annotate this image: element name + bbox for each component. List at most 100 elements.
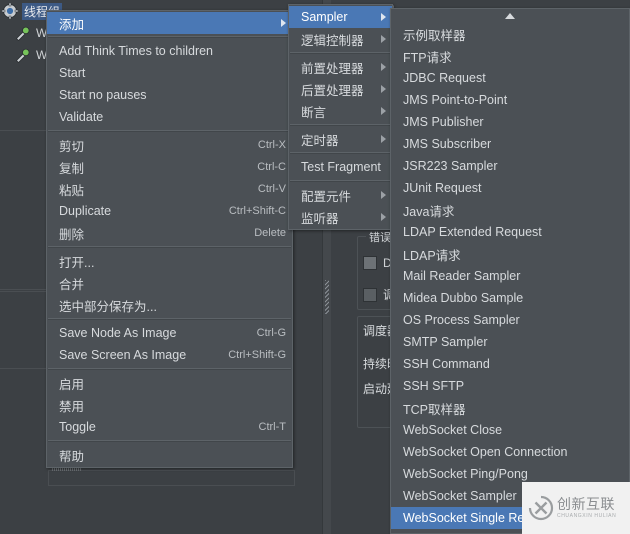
submenu-arrow-icon bbox=[381, 213, 386, 221]
menu-item-19[interactable]: WebSocket Open Connection bbox=[391, 441, 629, 463]
menu-item-label: SSH SFTP bbox=[403, 379, 465, 393]
menu-item-15[interactable]: SSH Command bbox=[391, 353, 629, 375]
menu-item-label: Sampler bbox=[301, 10, 348, 24]
tree-panel-footer-dots bbox=[52, 468, 82, 471]
menu-item-label: 配置元件 bbox=[301, 189, 352, 204]
menu-item-0[interactable]: 添加 bbox=[47, 12, 292, 34]
submenu-arrow-icon bbox=[381, 107, 386, 115]
menu-item-2[interactable]: JDBC Request bbox=[391, 67, 629, 89]
menu-separator bbox=[290, 124, 391, 126]
menu-item-label: 断言 bbox=[301, 105, 327, 120]
menu-item-label: Save Node As Image bbox=[59, 326, 177, 340]
menu-item-3[interactable]: 前置处理器 bbox=[289, 56, 392, 78]
menu-item-7[interactable]: JUnit Request bbox=[391, 177, 629, 199]
menu-item-8[interactable]: Java请求 bbox=[391, 199, 629, 221]
menu-separator bbox=[48, 440, 291, 442]
menu-item-shortcut: Ctrl-T bbox=[258, 421, 287, 433]
menu-item-11[interactable]: Mail Reader Sampler bbox=[391, 265, 629, 287]
menu-item-7[interactable]: 剪切 Ctrl-X bbox=[47, 134, 292, 156]
submenu-arrow-icon bbox=[381, 191, 386, 199]
menu-item-label: Test Fragment bbox=[301, 160, 381, 174]
menu-item-12[interactable]: Midea Dubbo Sample bbox=[391, 287, 629, 309]
menu-item-13[interactable]: 打开... bbox=[47, 250, 292, 272]
menu-item-17[interactable]: TCP取样器 bbox=[391, 397, 629, 419]
submenu-arrow-icon bbox=[281, 19, 286, 27]
menu-item-label: JMS Point-to-Point bbox=[403, 93, 508, 107]
checkbox-icon[interactable] bbox=[363, 256, 377, 270]
menu-item-10[interactable]: Duplicate Ctrl+Shift-C bbox=[47, 200, 292, 222]
menu-item-label: 逻辑控制器 bbox=[301, 33, 364, 48]
menu-item-label: Midea Dubbo Sample bbox=[403, 291, 524, 305]
menu-item-shortcut: Ctrl-G bbox=[256, 327, 286, 339]
menu-item-label: Start no pauses bbox=[59, 88, 147, 102]
menu-item-9[interactable]: 粘贴 Ctrl-V bbox=[47, 178, 292, 200]
menu-item-label: WebSocket Close bbox=[403, 423, 503, 437]
menu-item-1[interactable]: FTP请求 bbox=[391, 45, 629, 67]
menu-item-16[interactable]: SSH SFTP bbox=[391, 375, 629, 397]
menu-item-label: 示例取样器 bbox=[403, 28, 466, 43]
menu-item-label: 复制 bbox=[59, 161, 85, 176]
menu-item-4[interactable]: 后置处理器 bbox=[289, 78, 392, 100]
sampler-submenu[interactable]: 示例取样器 FTP请求 JDBC Request JMS Point-to-Point… bbox=[390, 8, 630, 534]
menu-item-22[interactable]: Toggle Ctrl-T bbox=[47, 416, 292, 438]
menu-item-14[interactable]: SMTP Sampler bbox=[391, 331, 629, 353]
pipette-icon bbox=[14, 47, 30, 63]
watermark-text: 创新互联 CHUANGXIN HULIAN bbox=[557, 497, 616, 519]
menu-item-label: 添加 bbox=[59, 17, 85, 32]
menu-item-0[interactable]: 示例取样器 bbox=[391, 23, 629, 45]
menu-item-9[interactable]: LDAP Extended Request bbox=[391, 221, 629, 243]
menu-item-24[interactable]: 帮助 bbox=[47, 444, 292, 466]
menu-item-label: Start bbox=[59, 66, 86, 80]
menu-item-label: 粘贴 bbox=[59, 183, 85, 198]
menu-item-18[interactable]: WebSocket Close bbox=[391, 419, 629, 441]
menu-item-17[interactable]: Save Node As Image Ctrl-G bbox=[47, 322, 292, 344]
menu-item-0[interactable]: Sampler bbox=[289, 6, 392, 28]
node-context-menu[interactable]: 添加 Add Think Times to children Start Start … bbox=[46, 10, 293, 468]
menu-item-11[interactable]: 删除 Delete bbox=[47, 222, 292, 244]
menu-item-label: JDBC Request bbox=[403, 71, 486, 85]
submenu-arrow-icon bbox=[381, 85, 386, 93]
menu-item-18[interactable]: Save Screen As Image Ctrl+Shift-G bbox=[47, 344, 292, 366]
menu-item-5[interactable]: 断言 bbox=[289, 100, 392, 122]
menu-item-label: LDAP请求 bbox=[403, 248, 461, 263]
menu-item-8[interactable]: 复制 Ctrl-C bbox=[47, 156, 292, 178]
menu-item-15[interactable]: 选中部分保存为... bbox=[47, 294, 292, 316]
menu-item-1[interactable]: 逻辑控制器 bbox=[289, 28, 392, 50]
add-submenu[interactable]: Sampler 逻辑控制器前置处理器 后置处理器断言定时器 Test Fragment… bbox=[288, 4, 396, 230]
menu-item-label: JSR223 Sampler bbox=[403, 159, 498, 173]
menu-item-7[interactable]: 定时器 bbox=[289, 128, 392, 150]
menu-item-shortcut: Ctrl-X bbox=[257, 139, 286, 151]
sampler-list[interactable]: 示例取样器 FTP请求 JDBC Request JMS Point-to-Point… bbox=[391, 23, 629, 529]
menu-item-9[interactable]: Test Fragment bbox=[289, 156, 396, 178]
scroll-up-arrow-icon[interactable] bbox=[391, 10, 629, 23]
menu-item-2[interactable]: Add Think Times to children bbox=[47, 40, 292, 62]
menu-item-14[interactable]: 合并 bbox=[47, 272, 292, 294]
menu-item-label: JMS Subscriber bbox=[403, 137, 492, 151]
menu-item-12[interactable]: 监听器 bbox=[289, 206, 392, 228]
menu-separator bbox=[48, 130, 291, 132]
menu-item-label: Add Think Times to children bbox=[59, 44, 214, 58]
menu-item-shortcut: Delete bbox=[254, 227, 286, 239]
menu-separator bbox=[290, 52, 391, 54]
menu-item-label: 删除 bbox=[59, 227, 85, 242]
menu-item-20[interactable]: 启用 bbox=[47, 372, 292, 394]
menu-item-11[interactable]: 配置元件 bbox=[289, 184, 392, 206]
tree-item-http-request-1[interactable]: W bbox=[14, 22, 49, 44]
submenu-arrow-icon bbox=[381, 35, 386, 43]
menu-item-3[interactable]: Start bbox=[47, 62, 292, 84]
circle-x-logo-icon bbox=[528, 495, 554, 521]
menu-item-5[interactable]: JMS Subscriber bbox=[391, 133, 629, 155]
menu-separator bbox=[290, 152, 391, 154]
menu-item-4[interactable]: Start no pauses bbox=[47, 84, 292, 106]
menu-item-4[interactable]: JMS Publisher bbox=[391, 111, 629, 133]
menu-item-label: 启用 bbox=[59, 377, 85, 392]
menu-item-3[interactable]: JMS Point-to-Point bbox=[391, 89, 629, 111]
menu-item-6[interactable]: JSR223 Sampler bbox=[391, 155, 629, 177]
menu-item-21[interactable]: 禁用 bbox=[47, 394, 292, 416]
menu-item-10[interactable]: LDAP请求 bbox=[391, 243, 629, 265]
menu-item-5[interactable]: Validate bbox=[47, 106, 292, 128]
tree-item-http-request-2[interactable]: W bbox=[14, 44, 49, 66]
watermark: 创新互联 CHUANGXIN HULIAN bbox=[522, 482, 630, 534]
checkbox-icon[interactable] bbox=[363, 287, 377, 302]
menu-item-13[interactable]: OS Process Sampler bbox=[391, 309, 629, 331]
